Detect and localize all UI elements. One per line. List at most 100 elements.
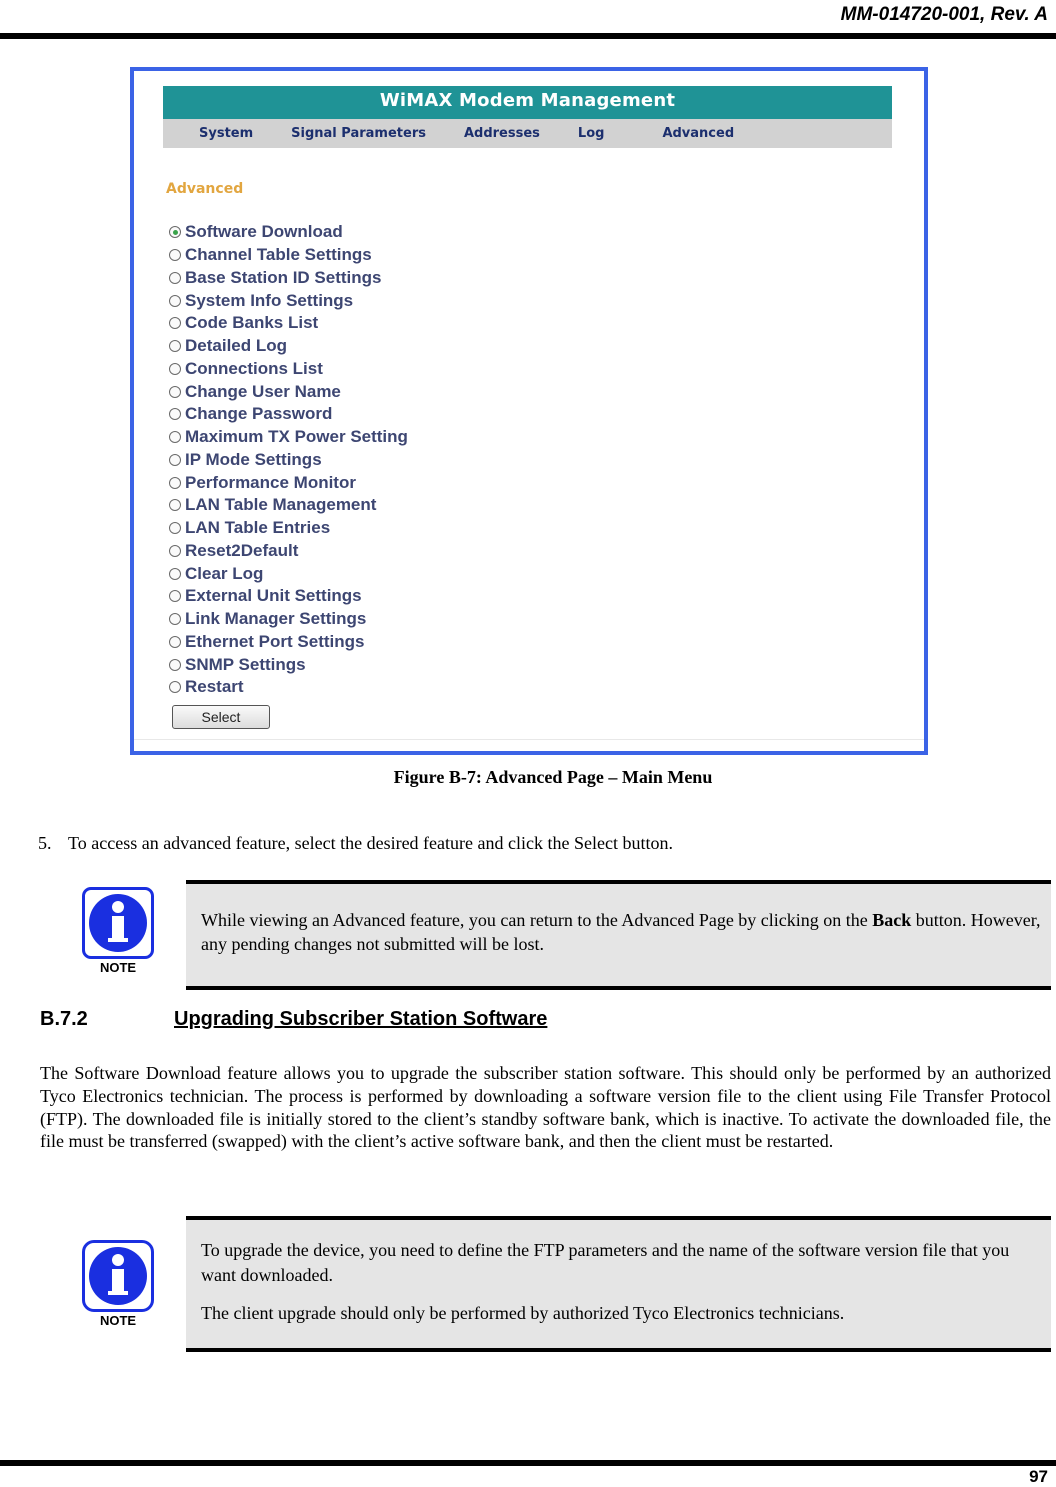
nav-addresses[interactable]: Addresses — [464, 126, 540, 141]
note-icon-label: NOTE — [99, 1313, 137, 1328]
option-restart[interactable]: Restart — [169, 676, 408, 699]
header-rule — [0, 33, 1056, 39]
option-connections-list[interactable]: Connections List — [169, 358, 408, 381]
radio-unchecked-icon[interactable] — [169, 635, 181, 648]
option-label: Channel Table Settings — [185, 245, 372, 265]
option-label: Performance Monitor — [185, 472, 356, 492]
radio-unchecked-icon[interactable] — [169, 340, 181, 353]
note-box-upgrade: To upgrade the device, you need to defin… — [186, 1216, 1051, 1352]
info-icon — [82, 1240, 154, 1312]
document-id: MM-014720-001, Rev. A — [840, 4, 1048, 25]
section-paragraph: The Software Download feature allows you… — [40, 1063, 1051, 1152]
advanced-option-list: Software Download Channel Table Settings B… — [169, 221, 408, 699]
radio-unchecked-icon[interactable] — [169, 317, 181, 330]
note-icon: NOTE — [82, 1240, 154, 1328]
radio-unchecked-icon[interactable] — [169, 590, 181, 603]
select-button[interactable]: Select — [172, 705, 270, 729]
note-paragraph-2: The client upgrade should only be perfor… — [201, 1303, 845, 1323]
radio-unchecked-icon[interactable] — [169, 431, 181, 444]
option-label: System Info Settings — [185, 290, 354, 310]
figure-screenshot-frame: WiMAX Modem Management System Signal Par… — [130, 67, 928, 755]
option-label: Maximum TX Power Setting — [185, 427, 408, 447]
option-label: Restart — [185, 677, 244, 697]
radio-checked-icon[interactable] — [169, 226, 181, 239]
advanced-heading: Advanced — [166, 181, 244, 197]
option-label: Clear Log — [185, 563, 264, 583]
step-5: 5. To access an advanced feature, select … — [38, 833, 673, 854]
note-text-before: While viewing an Advanced feature, you c… — [201, 910, 873, 930]
option-lan-table-management[interactable]: LAN Table Management — [169, 494, 408, 517]
radio-unchecked-icon[interactable] — [169, 681, 181, 694]
figure-caption: Figure B-7: Advanced Page – Main Menu — [393, 767, 713, 787]
radio-unchecked-icon[interactable] — [169, 385, 181, 398]
option-label: LAN Table Entries — [185, 518, 331, 538]
option-change-user-name[interactable]: Change User Name — [169, 380, 408, 403]
option-base-station-id-settings[interactable]: Base Station ID Settings — [169, 267, 408, 290]
note-icon: NOTE — [82, 887, 154, 975]
app-title: WiMAX Modem Management — [163, 86, 892, 119]
radio-unchecked-icon[interactable] — [169, 544, 181, 557]
option-label: Change User Name — [185, 381, 341, 401]
radio-unchecked-icon[interactable] — [169, 294, 181, 307]
option-label: Link Manager Settings — [185, 609, 367, 629]
section-title: Upgrading Subscriber Station Software — [174, 1008, 548, 1030]
option-link-manager-settings[interactable]: Link Manager Settings — [169, 608, 408, 631]
option-label: Code Banks List — [185, 313, 319, 333]
radio-unchecked-icon[interactable] — [169, 271, 181, 284]
option-snmp-settings[interactable]: SNMP Settings — [169, 653, 408, 676]
radio-unchecked-icon[interactable] — [169, 522, 181, 535]
radio-unchecked-icon[interactable] — [169, 453, 181, 466]
step-text: To access an advanced feature, select th… — [68, 833, 673, 853]
option-clear-log[interactable]: Clear Log — [169, 562, 408, 585]
option-label: SNMP Settings — [185, 654, 306, 674]
wimax-app: WiMAX Modem Management System Signal Par… — [163, 86, 892, 148]
footer-rule — [0, 1460, 1056, 1466]
option-label: Detailed Log — [185, 336, 288, 356]
option-label: Ethernet Port Settings — [185, 631, 365, 651]
radio-unchecked-icon[interactable] — [169, 658, 181, 671]
radio-unchecked-icon[interactable] — [169, 499, 181, 512]
option-maximum-tx-power-setting[interactable]: Maximum TX Power Setting — [169, 426, 408, 449]
radio-unchecked-icon[interactable] — [169, 613, 181, 626]
section-number: B.7.2 — [40, 1008, 88, 1030]
radio-unchecked-icon[interactable] — [169, 408, 181, 421]
option-system-info-settings[interactable]: System Info Settings — [169, 289, 408, 312]
app-bottom-divider — [134, 739, 924, 740]
nav-advanced[interactable]: Advanced — [662, 126, 734, 141]
option-label: Change Password — [185, 404, 333, 424]
option-detailed-log[interactable]: Detailed Log — [169, 335, 408, 358]
note-box-back-button: While viewing an Advanced feature, you c… — [186, 880, 1051, 990]
note-icon-label: NOTE — [99, 960, 137, 975]
option-label: Reset2Default — [185, 540, 299, 560]
nav-signal-parameters[interactable]: Signal Parameters — [291, 126, 426, 141]
option-label: Base Station ID Settings — [185, 267, 382, 287]
option-label: Connections List — [185, 358, 323, 378]
option-software-download[interactable]: Software Download — [169, 221, 408, 244]
option-performance-monitor[interactable]: Performance Monitor — [169, 471, 408, 494]
option-change-password[interactable]: Change Password — [169, 403, 408, 426]
page-number: 97 — [1029, 1467, 1048, 1486]
option-code-banks-list[interactable]: Code Banks List — [169, 312, 408, 335]
note-paragraph-1: To upgrade the device, you need to defin… — [201, 1240, 1010, 1285]
option-ip-mode-settings[interactable]: IP Mode Settings — [169, 449, 408, 472]
info-icon — [82, 887, 154, 959]
option-reset2default[interactable]: Reset2Default — [169, 540, 408, 563]
option-lan-table-entries[interactable]: LAN Table Entries — [169, 517, 408, 540]
section-heading: B.7.2 Upgrading Subscriber Station Softwa… — [40, 1008, 547, 1031]
step-number: 5. — [38, 833, 52, 853]
option-external-unit-settings[interactable]: External Unit Settings — [169, 585, 408, 608]
radio-unchecked-icon[interactable] — [169, 362, 181, 375]
nav-system[interactable]: System — [199, 126, 253, 141]
radio-unchecked-icon[interactable] — [169, 476, 181, 489]
option-label: Software Download — [185, 222, 343, 242]
radio-unchecked-icon[interactable] — [169, 567, 181, 580]
radio-unchecked-icon[interactable] — [169, 249, 181, 262]
option-ethernet-port-settings[interactable]: Ethernet Port Settings — [169, 631, 408, 654]
option-channel-table-settings[interactable]: Channel Table Settings — [169, 244, 408, 267]
app-nav-bar: System Signal Parameters Addresses Log A… — [163, 119, 892, 148]
nav-log[interactable]: Log — [578, 126, 605, 141]
option-label: External Unit Settings — [185, 586, 362, 606]
note-text-bold: Back — [872, 910, 912, 930]
option-label: LAN Table Management — [185, 495, 377, 515]
option-label: IP Mode Settings — [185, 449, 322, 469]
